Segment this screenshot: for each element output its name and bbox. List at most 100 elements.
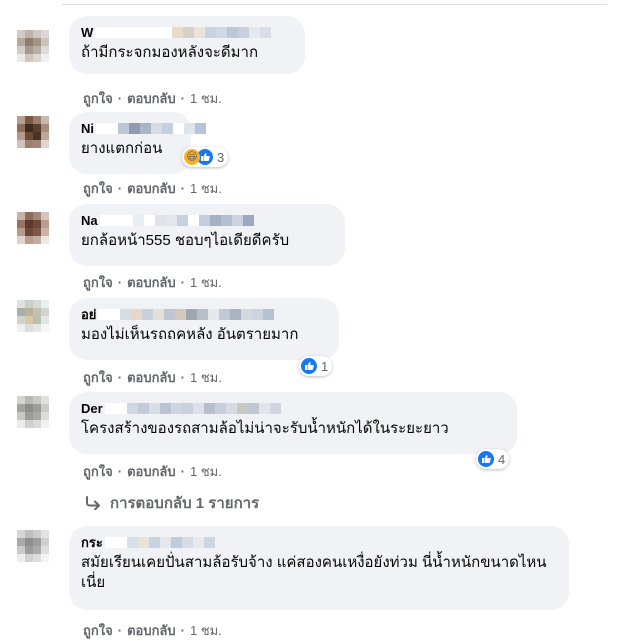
avatar-pixel <box>41 308 49 316</box>
name-blur-pixel <box>165 214 177 226</box>
timestamp-link[interactable]: 1 ชม. <box>190 620 222 641</box>
avatar-pixel <box>25 300 33 308</box>
avatar-pixel <box>41 38 49 46</box>
commenter-name-text[interactable]: W <box>81 25 93 40</box>
commenter-name-text[interactable]: Der <box>81 401 103 416</box>
separator-dot: · <box>180 91 185 106</box>
commenter-name[interactable]: อย่ <box>81 306 327 322</box>
like-link[interactable]: ถูกใจ <box>83 272 113 293</box>
avatar-pixel <box>41 46 49 54</box>
avatar-pixel <box>17 554 25 562</box>
commenter-name[interactable]: W <box>81 24 293 40</box>
separator-dot: · <box>117 275 123 290</box>
avatar-pixel <box>41 132 49 140</box>
like-link[interactable]: ถูกใจ <box>83 178 113 199</box>
blurred-name <box>104 536 215 548</box>
separator-dot: · <box>117 181 123 196</box>
reply-link[interactable]: ตอบกลับ <box>127 88 176 109</box>
reaction-summary[interactable]: 😆 3 <box>182 147 229 167</box>
commenter-name[interactable]: กระ <box>81 534 557 550</box>
comment-actions: ถูกใจ · ตอบกลับ · 1 ชม. <box>83 461 222 482</box>
name-blur-pixel <box>225 402 237 414</box>
avatar-pixel <box>41 300 49 308</box>
blurred-name <box>99 214 254 226</box>
separator-dot: · <box>117 91 123 106</box>
avatar-pixel <box>41 396 49 404</box>
reaction-summary[interactable]: 1 <box>299 356 333 376</box>
commenter-name[interactable]: Ni <box>81 120 206 136</box>
avatar[interactable] <box>17 396 49 428</box>
avatar[interactable] <box>17 212 49 244</box>
reply-link[interactable]: ตอบกลับ <box>127 620 176 641</box>
like-link[interactable]: ถูกใจ <box>83 620 113 641</box>
like-link[interactable]: ถูกใจ <box>83 88 113 109</box>
avatar-pixel <box>33 538 41 546</box>
comment-bubble: W ถ้ามีกระจกมองหลังจะดีมาก <box>69 16 305 74</box>
name-blur-pixel <box>121 214 133 226</box>
like-link[interactable]: ถูกใจ <box>83 461 113 482</box>
commenter-name[interactable]: Der <box>81 400 505 416</box>
comment-text: มองไม่เห็นรถถคหลัง อันตรายมาก <box>81 326 299 343</box>
avatar-pixel <box>25 554 33 562</box>
name-blur-pixel <box>173 122 184 134</box>
avatar-pixel <box>33 316 41 324</box>
avatar-pixel <box>33 530 41 538</box>
avatar-pixel <box>33 404 41 412</box>
avatar[interactable] <box>17 530 49 562</box>
avatar[interactable] <box>17 300 49 332</box>
reply-link[interactable]: ตอบกลับ <box>127 367 176 388</box>
avatar-pixel <box>17 124 25 132</box>
avatar-pixel <box>33 546 41 554</box>
name-blur-pixel <box>164 308 176 320</box>
view-replies-link[interactable]: การตอบกลับ 1 รายการ <box>84 491 259 515</box>
avatar-pixel <box>41 116 49 124</box>
timestamp-link[interactable]: 1 ชม. <box>190 272 222 293</box>
avatar-pixel <box>41 220 49 228</box>
timestamp-link[interactable]: 1 ชม. <box>190 461 222 482</box>
commenter-name-text[interactable]: อย่ <box>81 304 96 325</box>
name-blur-pixel <box>192 402 204 414</box>
avatar[interactable] <box>17 30 49 62</box>
comment-bubble: Der โครงสร้างของรถสามล้อไม่น่าจะรับน้ำหน… <box>69 392 517 454</box>
commenter-name[interactable]: Na <box>81 212 333 228</box>
name-blur-pixel <box>151 122 162 134</box>
name-blur-pixel <box>183 26 195 38</box>
name-blur-pixel <box>197 308 209 320</box>
avatar-pixel <box>17 546 25 554</box>
like-link[interactable]: ถูกใจ <box>83 367 113 388</box>
name-blur-pixel <box>181 402 193 414</box>
reply-link[interactable]: ตอบกลับ <box>127 461 176 482</box>
timestamp-link[interactable]: 1 ชม. <box>190 88 222 109</box>
commenter-name-text[interactable]: Ni <box>81 121 94 136</box>
reaction-summary[interactable]: 4 <box>476 449 510 469</box>
avatar-pixel <box>33 228 41 236</box>
avatar[interactable] <box>17 116 49 148</box>
timestamp-link[interactable]: 1 ชม. <box>190 367 222 388</box>
name-blur-pixel <box>208 308 220 320</box>
name-blur-pixel <box>236 402 248 414</box>
name-blur-pixel <box>142 308 154 320</box>
avatar-pixel <box>33 396 41 404</box>
blurred-name <box>98 308 275 320</box>
name-blur-pixel <box>170 402 182 414</box>
commenter-name-text[interactable]: กระ <box>81 532 103 553</box>
commenter-name-text[interactable]: Na <box>81 213 98 228</box>
avatar-pixel <box>33 300 41 308</box>
name-blur-pixel <box>220 214 232 226</box>
avatar-pixel <box>41 324 49 332</box>
avatar-pixel <box>33 30 41 38</box>
reply-link[interactable]: ตอบกลับ <box>127 272 176 293</box>
name-blur-pixel <box>203 536 215 548</box>
name-blur-pixel <box>148 402 160 414</box>
name-blur-pixel <box>115 402 127 414</box>
avatar-pixel <box>33 236 41 244</box>
comment-text: ยางแตกก่อน <box>81 140 163 157</box>
avatar-pixel <box>17 300 25 308</box>
view-replies-label[interactable]: การตอบกลับ 1 รายการ <box>110 491 259 515</box>
avatar-pixel <box>17 324 25 332</box>
avatar-pixel <box>17 412 25 420</box>
name-blur-pixel <box>104 402 116 414</box>
reply-link[interactable]: ตอบกลับ <box>127 178 176 199</box>
name-blur-pixel <box>187 214 199 226</box>
timestamp-link[interactable]: 1 ชม. <box>190 178 222 199</box>
